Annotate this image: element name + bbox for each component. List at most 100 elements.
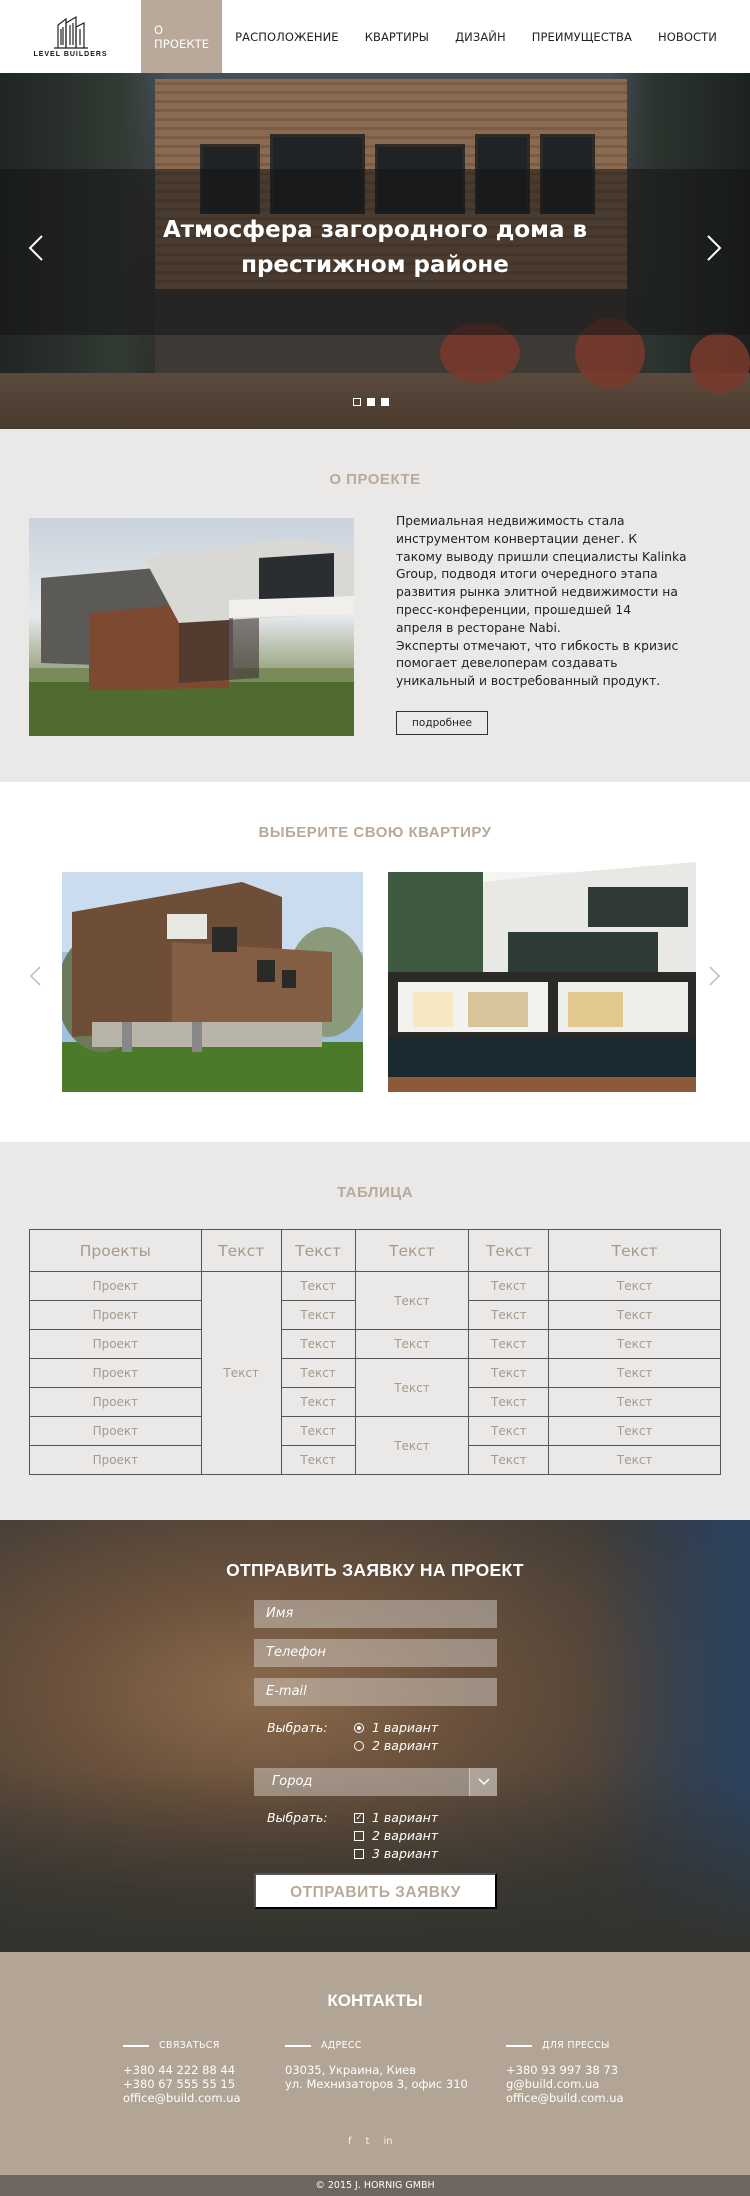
table-section: ТАБЛИЦА Проекты Текст Текст Текст Текст … (0, 1142, 750, 1520)
copyright: © 2015 J. HORNIG GMBH (315, 2180, 435, 2191)
submit-request-button[interactable]: ОТПРАВИТЬ ЗАЯВКУ (254, 1873, 497, 1909)
table-cell: Текст (548, 1329, 721, 1359)
table-title: ТАБЛИЦА (336, 1184, 414, 1201)
city-select[interactable]: Город (254, 1768, 497, 1796)
apartment-image-1[interactable] (62, 872, 363, 1092)
chevron-right-icon[interactable] (702, 233, 726, 263)
table-cell: Проект (29, 1387, 202, 1417)
request-form-section: ОТПРАВИТЬ ЗАЯВКУ НА ПРОЕКТ Имя Телефон E… (0, 1520, 750, 1952)
nav-item-location[interactable]: РАСПОЛОЖЕНИЕ (222, 0, 352, 73)
table-cell: Текст (280, 1387, 356, 1417)
checkbox-checked-icon[interactable]: ✓ (354, 1812, 364, 1823)
table-row: Проект Текст Текст Текст Текст (29, 1416, 721, 1475)
checkbox-option-3[interactable]: 3 вариант (354, 1846, 438, 1861)
contacts-section: КОНТАКТЫ СВЯЗАТЬСЯ +380 44 222 88 44 +38… (0, 1952, 750, 2175)
nav-item-apartments[interactable]: КВАРТИРЫ (352, 0, 442, 73)
radio-option-2[interactable]: 2 вариант (354, 1738, 438, 1753)
about-line: Премиальная недвижимость стала (396, 514, 625, 528)
facebook-icon[interactable]: f (348, 2136, 352, 2147)
choose-title: ВЫБЕРИТЕ СВОЮ КВАРТИРУ (258, 824, 492, 841)
table-cell: Проект (29, 1445, 202, 1475)
checkbox-unchecked-icon[interactable] (354, 1848, 364, 1859)
about-section: О ПРОЕКТЕ Премиальная недвижимость стала… (0, 429, 750, 782)
slider-dot-active[interactable] (367, 398, 375, 406)
table-cell: Текст (548, 1358, 721, 1388)
name-field[interactable]: Имя (254, 1600, 497, 1628)
table-cell: Текст (468, 1416, 550, 1446)
chevron-down-icon[interactable] (469, 1768, 497, 1796)
nav-item-design[interactable]: ДИЗАЙН (442, 0, 519, 73)
table-cell: Текст (468, 1329, 550, 1359)
table-cell: Текст (548, 1387, 721, 1417)
twitter-icon[interactable]: t (366, 2136, 370, 2147)
about-line: помогает девелоперам создавать (396, 656, 618, 671)
contact-heading-label: АДРЕСС (321, 2040, 362, 2051)
form-title: ОТПРАВИТЬ ЗАЯВКУ НА ПРОЕКТ (226, 1560, 524, 1580)
building-logo-icon (53, 15, 88, 49)
chevron-right-icon[interactable] (708, 965, 722, 993)
apartment-image-2[interactable] (388, 842, 696, 1092)
contact-column-reach: СВЯЗАТЬСЯ +380 44 222 88 44 +380 67 555 … (123, 2040, 241, 2105)
chevron-left-icon[interactable] (24, 233, 48, 263)
about-line: уникальный и востребованный продукт. (396, 674, 661, 689)
contacts-title: КОНТАКТЫ (327, 1991, 423, 2010)
email-field[interactable]: E-mail (254, 1678, 497, 1706)
checkbox-option-2[interactable]: 2 вариант (354, 1828, 438, 1843)
radio-option-1[interactable]: 1 вариант (354, 1720, 438, 1735)
about-line: Эксперты отмечают, что гибкость в кризис (396, 638, 679, 653)
hero-title: Атмосфера загородного дома в престижном … (150, 213, 600, 283)
linkedin-icon[interactable]: in (383, 2136, 392, 2147)
nav-item-news[interactable]: НОВОСТИ (645, 0, 730, 73)
city-select-value: Город (272, 1774, 313, 1789)
press-email[interactable]: g@build.com.ua (506, 2077, 624, 2091)
table-cell-merged: Текст (200, 1271, 282, 1475)
chevron-left-icon[interactable] (28, 965, 42, 993)
checkbox-unchecked-icon[interactable] (354, 1830, 364, 1841)
table-header: Текст (468, 1229, 550, 1272)
slider-dot[interactable] (381, 398, 389, 406)
table-cell: Текст (280, 1416, 356, 1446)
table-cell: Текст (468, 1387, 550, 1417)
table-cell: Текст (548, 1416, 721, 1446)
form-background-bottom (0, 1770, 750, 1952)
phone-field[interactable]: Телефон (254, 1639, 497, 1667)
table-row: Проект Текст Текст Текст Текст Текст (29, 1271, 721, 1475)
contact-email[interactable]: office@build.com.ua (123, 2091, 241, 2105)
table-header: Проекты (29, 1229, 202, 1272)
table-header: Текст (200, 1229, 282, 1272)
radio-unchecked-icon[interactable] (354, 1740, 364, 1751)
logo[interactable]: LEVEL BUILDERS (0, 0, 141, 73)
table-cell: Текст (280, 1358, 356, 1388)
more-button[interactable]: подробнее (396, 711, 488, 735)
about-line: Group, подводя итоги очередного этапа (396, 567, 658, 582)
table-cell: Текст (548, 1271, 721, 1301)
checkbox-option-label: 2 вариант (372, 1828, 439, 1843)
nav-item-about[interactable]: О ПРОЕКТЕ (141, 0, 223, 73)
table-cell: Текст (548, 1300, 721, 1330)
about-line: апреля в ресторане Nabi. (396, 620, 561, 635)
address-line: 03035, Украина, Киев (285, 2063, 417, 2077)
hero-title-line2: престижном районе (241, 252, 509, 278)
about-line: развития рынка элитной недвижимости на (396, 585, 678, 600)
site-footer: © 2015 J. HORNIG GMBH (0, 2175, 750, 2196)
table-row: Проект Текст Текст Текст Текст (29, 1358, 721, 1417)
contact-phone[interactable]: +380 44 222 88 44 (123, 2063, 241, 2077)
contact-heading-label: СВЯЗАТЬСЯ (159, 2040, 220, 2051)
checkbox-option-label: 1 вариант (372, 1810, 439, 1825)
checkbox-option-label: 3 вариант (372, 1846, 439, 1861)
table-cell-merged: Текст (354, 1271, 470, 1330)
table-cell: Проект (29, 1300, 202, 1330)
table-cell: Текст (354, 1329, 470, 1359)
press-email[interactable]: office@build.com.ua (506, 2091, 624, 2105)
radio-checked-icon[interactable] (354, 1722, 364, 1733)
radio-option-label: 2 вариант (372, 1738, 439, 1753)
press-phone[interactable]: +380 93 997 38 73 (506, 2063, 624, 2077)
checkbox-option-1[interactable]: ✓ 1 вариант (354, 1810, 438, 1825)
table-cell: Текст (280, 1271, 356, 1301)
contact-heading: АДРЕСС (285, 2040, 468, 2051)
contact-phone[interactable]: +380 67 555 55 15 (123, 2077, 241, 2091)
address-line: ул. Мехнизаторов 3, офис 310 (285, 2077, 468, 2091)
slider-dot[interactable] (353, 398, 361, 406)
nav-item-advantages[interactable]: ПРЕИМУЩЕСТВА (519, 0, 645, 73)
table-cell: Проект (29, 1416, 202, 1446)
